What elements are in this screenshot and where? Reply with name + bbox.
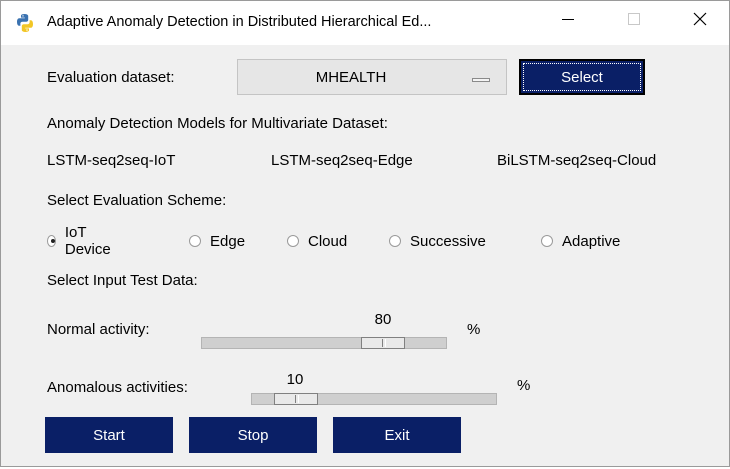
minimize-icon — [562, 12, 574, 30]
focus-ring — [523, 63, 641, 91]
radio-icon — [389, 235, 401, 247]
title-bar[interactable]: Adaptive Anomaly Detection in Distribute… — [1, 1, 729, 45]
exit-button-label: Exit — [384, 426, 410, 444]
grip-icon — [295, 395, 299, 403]
radio-selected-icon — [47, 235, 56, 247]
start-button-label: Start — [93, 426, 125, 444]
radio-iot-device[interactable]: IoT Device — [47, 224, 114, 258]
grip-icon — [382, 339, 386, 347]
slider-trough — [201, 337, 447, 349]
input-heading: Select Input Test Data: — [47, 272, 198, 289]
normal-activity-label: Normal activity: — [47, 321, 150, 338]
minimize-button[interactable] — [545, 1, 591, 41]
maximize-button[interactable] — [611, 1, 657, 41]
radio-label: Successive — [410, 232, 486, 250]
stop-button-label: Stop — [237, 426, 269, 444]
scheme-heading: Select Evaluation Scheme: — [47, 192, 227, 209]
radio-label: Adaptive — [562, 232, 621, 250]
app-window: Adaptive Anomaly Detection in Distribute… — [0, 0, 730, 467]
select-button[interactable]: Select — [519, 59, 645, 95]
radio-icon — [287, 235, 299, 247]
radio-label: Cloud — [308, 232, 348, 250]
radio-edge[interactable]: Edge — [189, 229, 245, 253]
window-title: Adaptive Anomaly Detection in Distribute… — [47, 14, 432, 30]
maximize-icon — [628, 12, 640, 30]
slider-handle[interactable] — [274, 393, 318, 405]
radio-icon — [541, 235, 553, 247]
stop-button[interactable]: Stop — [189, 417, 317, 453]
anomalous-activities-value: 10 — [286, 371, 304, 388]
radio-adaptive[interactable]: Adaptive — [541, 229, 620, 253]
anomalous-activities-unit: % — [517, 377, 531, 394]
normal-activity-unit: % — [467, 321, 481, 338]
slider-trough — [251, 393, 497, 405]
dataset-value: MHEALTH — [315, 69, 387, 86]
dataset-label: Evaluation dataset: — [47, 69, 175, 86]
anomalous-activities-slider[interactable]: 10 — [251, 369, 497, 409]
dataset-dropdown[interactable]: MHEALTH — [237, 59, 507, 95]
radio-successive[interactable]: Successive — [389, 229, 486, 253]
model-cloud-label: BiLSTM-seq2seq-Cloud — [497, 152, 657, 169]
radio-label: Edge — [210, 232, 246, 250]
dropdown-indicator-icon — [472, 78, 490, 82]
radio-icon — [189, 235, 201, 247]
python-icon — [15, 13, 35, 33]
close-button[interactable] — [677, 1, 723, 41]
models-heading: Anomaly Detection Models for Multivariat… — [47, 115, 388, 132]
normal-activity-value: 80 — [374, 311, 392, 328]
close-icon — [693, 12, 707, 31]
start-button[interactable]: Start — [45, 417, 173, 453]
radio-label: IoT Device — [64, 224, 111, 258]
anomalous-activities-label: Anomalous activities: — [47, 379, 188, 396]
model-edge-label: LSTM-seq2seq-Edge — [271, 152, 413, 169]
slider-handle[interactable] — [361, 337, 405, 349]
model-iot-label: LSTM-seq2seq-IoT — [47, 152, 176, 169]
normal-activity-slider[interactable]: 80 — [201, 309, 447, 349]
radio-cloud[interactable]: Cloud — [287, 229, 347, 253]
exit-button[interactable]: Exit — [333, 417, 461, 453]
